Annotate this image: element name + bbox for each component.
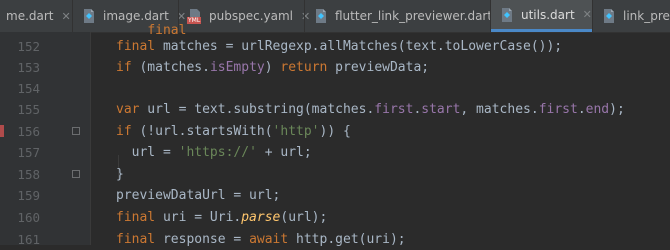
code-token: final <box>116 39 156 54</box>
code-token: 'http' <box>272 124 320 139</box>
line-number: 161 <box>17 232 40 247</box>
code-token: previewDataUrl = url; <box>116 188 281 203</box>
line-number: 160 <box>17 210 40 225</box>
code-token: first <box>374 102 414 117</box>
code-token: end <box>585 102 610 117</box>
code-token: uri = Uri. <box>155 210 242 225</box>
line-number: 154 <box>17 81 40 96</box>
code-token: (url); <box>280 210 328 225</box>
code-text: final matches = urlRegexp.allMatches(tex… <box>116 36 562 57</box>
code-token: matches = urlRegexp.allMatches(text.toLo… <box>155 39 563 54</box>
code-line[interactable]: 161 final response = await http.get(uri); <box>0 229 670 250</box>
code-line[interactable]: 156 if (!url.startsWith('http')) { <box>0 121 670 142</box>
code-token: ); <box>609 102 625 117</box>
code-token: + url; <box>256 145 312 160</box>
code-line[interactable]: 152 final matches = urlRegexp.allMatches(… <box>0 36 670 57</box>
line-number: 156 <box>17 124 40 139</box>
line-number: 155 <box>17 102 40 117</box>
code-line[interactable]: 157 url = 'https://' + url; <box>0 142 670 163</box>
code-token: , matches. <box>460 102 539 117</box>
line-number: 159 <box>17 188 40 203</box>
code-line[interactable]: 154 <box>0 78 670 99</box>
code-token: (matches. <box>131 60 210 75</box>
code-token: )) { <box>319 124 351 139</box>
fold-marker-icon[interactable] <box>72 170 80 178</box>
code-text: final response = await http.get(uri); <box>116 229 406 250</box>
code-token: url = <box>116 145 179 160</box>
fold-marker-icon[interactable] <box>72 127 80 135</box>
code-token: url = text.substring(matches. <box>139 102 375 117</box>
code-token: isEmpty <box>209 60 265 75</box>
code-token: return <box>280 60 328 75</box>
code-token: } <box>116 167 124 182</box>
code-text: previewDataUrl = url; <box>116 185 280 206</box>
code-token: (!url.startsWith( <box>131 124 273 139</box>
code-line[interactable]: 160 final uri = Uri.parse(url); <box>0 207 670 228</box>
line-number: 157 <box>17 145 40 160</box>
code-text: final uri = Uri.parse(url); <box>116 207 327 228</box>
code-token: previewData; <box>327 60 430 75</box>
code-editor[interactable]: final 152 final matches = urlRegexp.allMa… <box>0 23 670 247</box>
code-token: if <box>116 60 132 75</box>
code-token: var <box>116 102 140 117</box>
code-token: 'https://' <box>178 145 257 160</box>
code-token: parse <box>241 210 281 225</box>
code-token: ) <box>264 60 281 75</box>
code-text: url = 'https://' + url; <box>116 142 312 163</box>
code-token: start <box>421 102 461 117</box>
code-line[interactable]: 153 if (matches.isEmpty) return previewDa… <box>0 57 670 78</box>
code-line[interactable]: 155 var url = text.substring(matches.firs… <box>0 99 670 120</box>
code-token: . <box>577 102 586 117</box>
code-line[interactable]: 159 previewDataUrl = url; <box>0 185 670 206</box>
code-token: if <box>116 124 132 139</box>
code-line[interactable]: 158} <box>0 164 670 185</box>
code-text: if (!url.startsWith('http')) { <box>116 121 351 142</box>
line-number: 158 <box>17 167 40 182</box>
line-number: 152 <box>17 39 40 54</box>
code-token: final <box>116 210 156 225</box>
code-text: if (matches.isEmpty) return previewData; <box>116 57 429 78</box>
line-number: 153 <box>17 60 40 75</box>
code-text: } <box>116 164 124 185</box>
code-token: first <box>538 102 578 117</box>
code-text: var url = text.substring(matches.first.s… <box>116 99 625 120</box>
